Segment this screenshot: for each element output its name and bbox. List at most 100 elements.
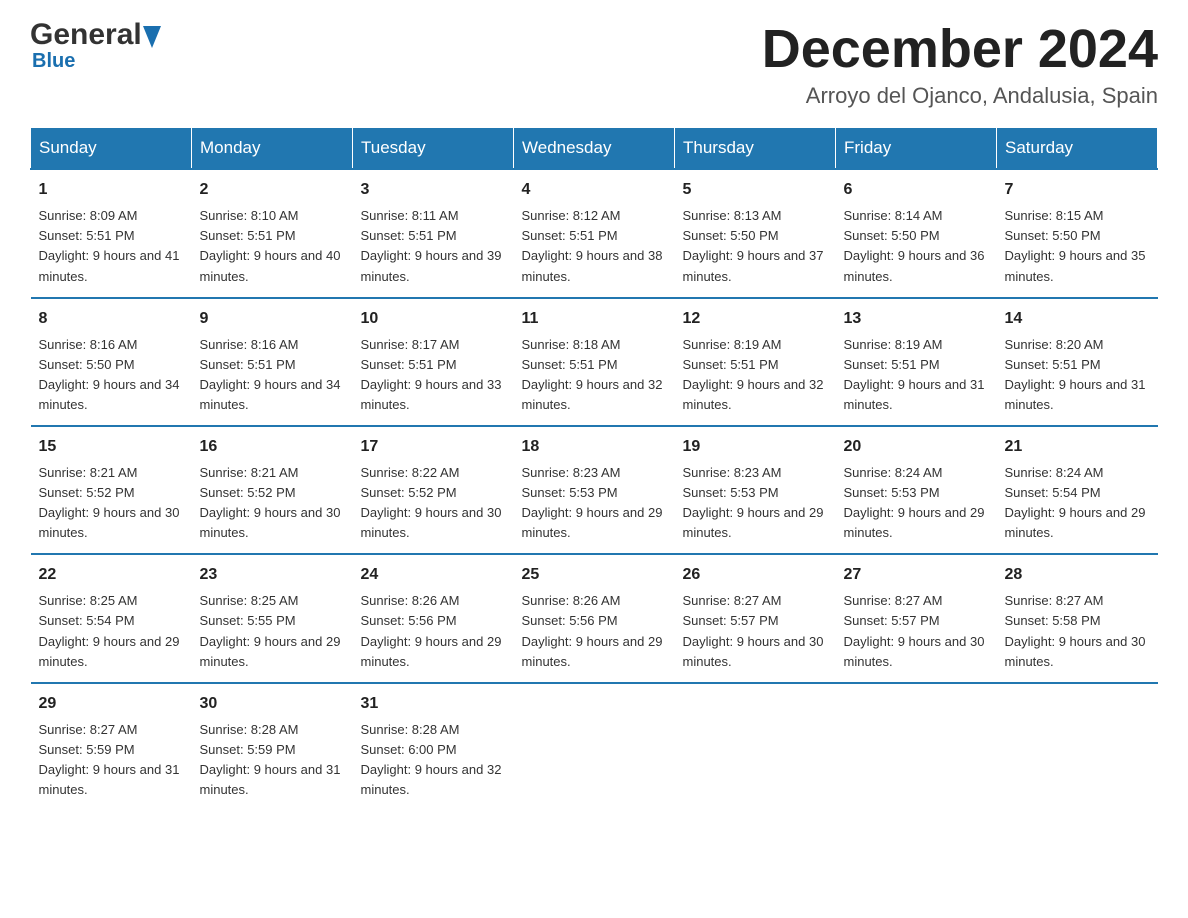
calendar-cell: 23Sunrise: 8:25 AMSunset: 5:55 PMDayligh… xyxy=(192,554,353,682)
day-number: 14 xyxy=(1005,307,1150,332)
logo-triangle-icon xyxy=(143,26,161,48)
calendar-cell: 8 Sunrise: 8:16 AMSunset: 5:50 PMDaylight… xyxy=(31,298,192,426)
day-number: 16 xyxy=(200,435,345,460)
day-number: 25 xyxy=(522,563,667,588)
calendar-cell: 7 Sunrise: 8:15 AMSunset: 5:50 PMDaylight… xyxy=(997,169,1158,297)
col-thursday: Thursday xyxy=(675,128,836,170)
day-info: Sunrise: 8:17 AMSunset: 5:51 PMDaylight:… xyxy=(361,337,502,412)
day-info: Sunrise: 8:27 AMSunset: 5:57 PMDaylight:… xyxy=(844,593,985,668)
day-number: 10 xyxy=(361,307,506,332)
day-info: Sunrise: 8:11 AMSunset: 5:51 PMDaylight:… xyxy=(361,208,502,283)
logo: General Blue xyxy=(30,20,161,73)
calendar-cell: 13 Sunrise: 8:19 AMSunset: 5:51 PMDayligh… xyxy=(836,298,997,426)
day-info: Sunrise: 8:15 AMSunset: 5:50 PMDaylight:… xyxy=(1005,208,1146,283)
col-sunday: Sunday xyxy=(31,128,192,170)
day-number: 21 xyxy=(1005,435,1150,460)
col-friday: Friday xyxy=(836,128,997,170)
day-number: 15 xyxy=(39,435,184,460)
calendar-cell: 11 Sunrise: 8:18 AMSunset: 5:51 PMDayligh… xyxy=(514,298,675,426)
calendar-cell: 26 Sunrise: 8:27 AMSunset: 5:57 PMDayligh… xyxy=(675,554,836,682)
calendar-cell: 17 Sunrise: 8:22 AMSunset: 5:52 PMDayligh… xyxy=(353,426,514,554)
calendar-cell: 30Sunrise: 8:28 AMSunset: 5:59 PMDayligh… xyxy=(192,683,353,810)
day-number: 9 xyxy=(200,307,345,332)
calendar-cell: 29 Sunrise: 8:27 AMSunset: 5:59 PMDayligh… xyxy=(31,683,192,810)
logo-general: General xyxy=(30,20,142,50)
day-number: 6 xyxy=(844,178,989,203)
day-info: Sunrise: 8:27 AMSunset: 5:57 PMDaylight:… xyxy=(683,593,824,668)
day-info: Sunrise: 8:22 AMSunset: 5:52 PMDaylight:… xyxy=(361,465,502,540)
col-monday: Monday xyxy=(192,128,353,170)
day-info: Sunrise: 8:26 AMSunset: 5:56 PMDaylight:… xyxy=(522,593,663,668)
calendar-week-2: 8 Sunrise: 8:16 AMSunset: 5:50 PMDaylight… xyxy=(31,298,1158,426)
col-wednesday: Wednesday xyxy=(514,128,675,170)
day-info: Sunrise: 8:19 AMSunset: 5:51 PMDaylight:… xyxy=(844,337,985,412)
calendar-cell: 27 Sunrise: 8:27 AMSunset: 5:57 PMDayligh… xyxy=(836,554,997,682)
col-tuesday: Tuesday xyxy=(353,128,514,170)
calendar-table: Sunday Monday Tuesday Wednesday Thursday… xyxy=(30,127,1158,810)
calendar-cell xyxy=(514,683,675,810)
day-info: Sunrise: 8:12 AMSunset: 5:51 PMDaylight:… xyxy=(522,208,663,283)
day-info: Sunrise: 8:16 AMSunset: 5:50 PMDaylight:… xyxy=(39,337,180,412)
day-info: Sunrise: 8:26 AMSunset: 5:56 PMDaylight:… xyxy=(361,593,502,668)
calendar-cell: 25 Sunrise: 8:26 AMSunset: 5:56 PMDayligh… xyxy=(514,554,675,682)
logo-combined: General xyxy=(30,20,161,50)
day-number: 13 xyxy=(844,307,989,332)
day-info: Sunrise: 8:13 AMSunset: 5:50 PMDaylight:… xyxy=(683,208,824,283)
day-number: 1 xyxy=(39,178,184,203)
day-number: 7 xyxy=(1005,178,1150,203)
calendar-cell: 24 Sunrise: 8:26 AMSunset: 5:56 PMDayligh… xyxy=(353,554,514,682)
day-number: 2 xyxy=(200,178,345,203)
day-info: Sunrise: 8:24 AMSunset: 5:54 PMDaylight:… xyxy=(1005,465,1146,540)
calendar-cell: 19 Sunrise: 8:23 AMSunset: 5:53 PMDayligh… xyxy=(675,426,836,554)
calendar-week-3: 15 Sunrise: 8:21 AMSunset: 5:52 PMDayligh… xyxy=(31,426,1158,554)
calendar-header-row: Sunday Monday Tuesday Wednesday Thursday… xyxy=(31,128,1158,170)
calendar-cell xyxy=(675,683,836,810)
day-info: Sunrise: 8:23 AMSunset: 5:53 PMDaylight:… xyxy=(522,465,663,540)
day-info: Sunrise: 8:21 AMSunset: 5:52 PMDaylight:… xyxy=(200,465,341,540)
day-number: 26 xyxy=(683,563,828,588)
day-number: 5 xyxy=(683,178,828,203)
day-info: Sunrise: 8:10 AMSunset: 5:51 PMDaylight:… xyxy=(200,208,341,283)
day-info: Sunrise: 8:25 AMSunset: 5:54 PMDaylight:… xyxy=(39,593,180,668)
day-info: Sunrise: 8:21 AMSunset: 5:52 PMDaylight:… xyxy=(39,465,180,540)
location-subtitle: Arroyo del Ojanco, Andalusia, Spain xyxy=(762,83,1158,109)
calendar-cell: 14 Sunrise: 8:20 AMSunset: 5:51 PMDayligh… xyxy=(997,298,1158,426)
day-number: 23 xyxy=(200,563,345,588)
day-number: 31 xyxy=(361,692,506,717)
day-number: 8 xyxy=(39,307,184,332)
day-info: Sunrise: 8:14 AMSunset: 5:50 PMDaylight:… xyxy=(844,208,985,283)
day-number: 20 xyxy=(844,435,989,460)
day-number: 11 xyxy=(522,307,667,332)
day-number: 17 xyxy=(361,435,506,460)
day-info: Sunrise: 8:19 AMSunset: 5:51 PMDaylight:… xyxy=(683,337,824,412)
calendar-cell: 28Sunrise: 8:27 AMSunset: 5:58 PMDayligh… xyxy=(997,554,1158,682)
calendar-cell: 6 Sunrise: 8:14 AMSunset: 5:50 PMDaylight… xyxy=(836,169,997,297)
day-info: Sunrise: 8:28 AMSunset: 5:59 PMDaylight:… xyxy=(200,722,341,797)
calendar-cell: 2 Sunrise: 8:10 AMSunset: 5:51 PMDaylight… xyxy=(192,169,353,297)
day-info: Sunrise: 8:28 AMSunset: 6:00 PMDaylight:… xyxy=(361,722,502,797)
calendar-cell: 9Sunrise: 8:16 AMSunset: 5:51 PMDaylight… xyxy=(192,298,353,426)
calendar-cell: 18 Sunrise: 8:23 AMSunset: 5:53 PMDayligh… xyxy=(514,426,675,554)
calendar-cell: 10 Sunrise: 8:17 AMSunset: 5:51 PMDayligh… xyxy=(353,298,514,426)
calendar-cell: 1 Sunrise: 8:09 AMSunset: 5:51 PMDaylight… xyxy=(31,169,192,297)
title-area: December 2024 Arroyo del Ojanco, Andalus… xyxy=(762,20,1158,109)
col-saturday: Saturday xyxy=(997,128,1158,170)
day-number: 29 xyxy=(39,692,184,717)
day-info: Sunrise: 8:27 AMSunset: 5:59 PMDaylight:… xyxy=(39,722,180,797)
calendar-cell: 31 Sunrise: 8:28 AMSunset: 6:00 PMDayligh… xyxy=(353,683,514,810)
day-number: 18 xyxy=(522,435,667,460)
logo-blue: Blue xyxy=(32,50,75,73)
day-info: Sunrise: 8:23 AMSunset: 5:53 PMDaylight:… xyxy=(683,465,824,540)
day-info: Sunrise: 8:20 AMSunset: 5:51 PMDaylight:… xyxy=(1005,337,1146,412)
calendar-cell: 5 Sunrise: 8:13 AMSunset: 5:50 PMDaylight… xyxy=(675,169,836,297)
day-number: 27 xyxy=(844,563,989,588)
calendar-cell: 12Sunrise: 8:19 AMSunset: 5:51 PMDayligh… xyxy=(675,298,836,426)
day-number: 28 xyxy=(1005,563,1150,588)
day-info: Sunrise: 8:18 AMSunset: 5:51 PMDaylight:… xyxy=(522,337,663,412)
calendar-cell: 15 Sunrise: 8:21 AMSunset: 5:52 PMDayligh… xyxy=(31,426,192,554)
day-info: Sunrise: 8:09 AMSunset: 5:51 PMDaylight:… xyxy=(39,208,180,283)
calendar-week-5: 29 Sunrise: 8:27 AMSunset: 5:59 PMDayligh… xyxy=(31,683,1158,810)
day-number: 24 xyxy=(361,563,506,588)
day-number: 19 xyxy=(683,435,828,460)
day-number: 4 xyxy=(522,178,667,203)
